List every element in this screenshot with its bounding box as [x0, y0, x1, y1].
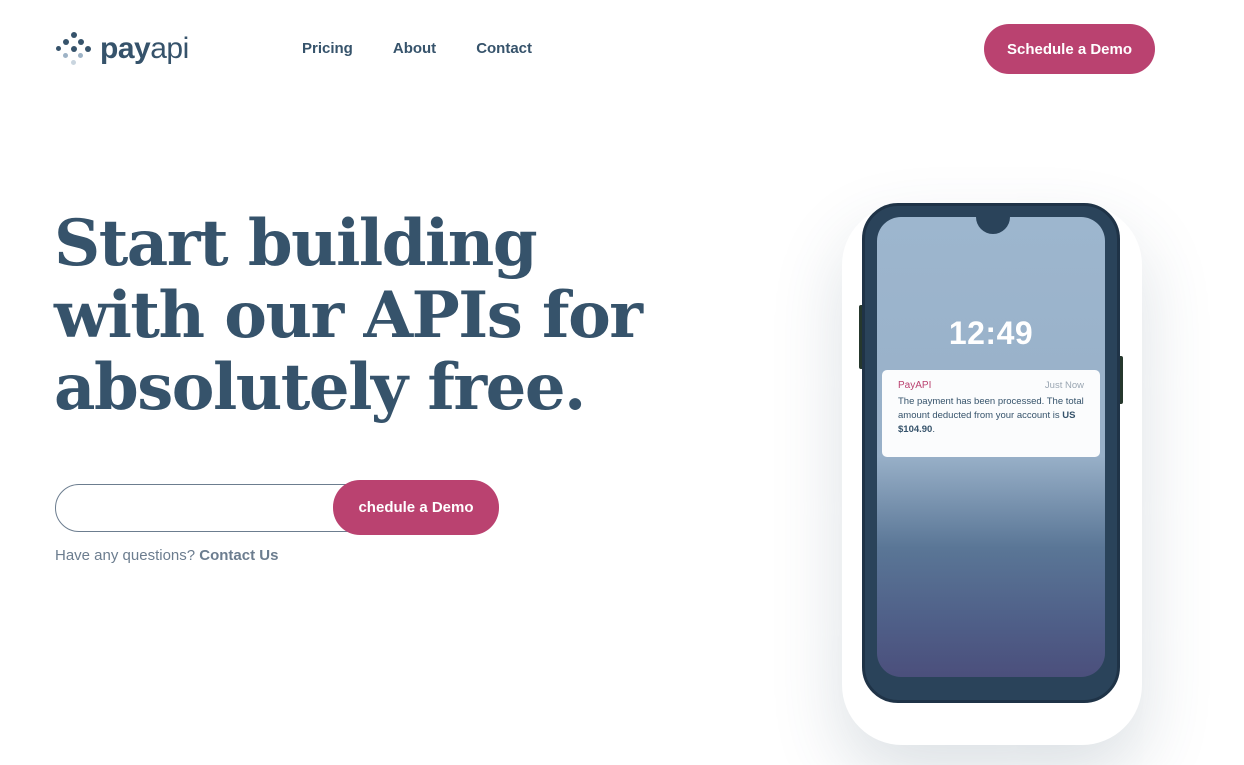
contact-us-link[interactable]: Contact Us [199, 547, 278, 564]
notification-app-name: PayAPI [898, 380, 932, 391]
main-nav: Pricing About Contact [302, 40, 532, 57]
logo[interactable]: payapi [56, 31, 189, 67]
logo-mark-icon [56, 31, 92, 67]
nav-link-about[interactable]: About [393, 40, 436, 57]
payment-notification: PayAPI Just Now The payment has been pro… [882, 370, 1100, 457]
schedule-demo-button[interactable]: Schedule a Demo [984, 24, 1155, 74]
nav-link-pricing[interactable]: Pricing [302, 40, 353, 57]
email-input[interactable] [55, 484, 375, 532]
phone-notch [976, 217, 1010, 234]
notification-body: The payment has been processed. The tota… [898, 395, 1084, 437]
phone-clock: 12:49 [948, 315, 1034, 351]
form-schedule-demo-button[interactable]: chedule a Demo [333, 480, 499, 535]
logo-wordmark: payapi [100, 32, 189, 65]
notification-header: PayAPI Just Now [898, 380, 1084, 391]
questions-label: Have any questions? [55, 547, 200, 564]
notification-message: The payment has been processed. The tota… [898, 396, 1084, 421]
notification-period: . [932, 424, 935, 435]
hero-title-line-3: absolutely free. [54, 350, 586, 425]
nav-link-contact[interactable]: Contact [476, 40, 532, 57]
hero-title-line-1: Start building [54, 206, 538, 281]
email-form: chedule a Demo [55, 480, 499, 535]
questions-text: Have any questions? Contact Us [55, 547, 278, 564]
hero-title-line-2: with our APIs for [54, 278, 643, 353]
hero-title: Start building with our APIs for absolut… [54, 208, 654, 424]
notification-time: Just Now [1044, 380, 1084, 391]
